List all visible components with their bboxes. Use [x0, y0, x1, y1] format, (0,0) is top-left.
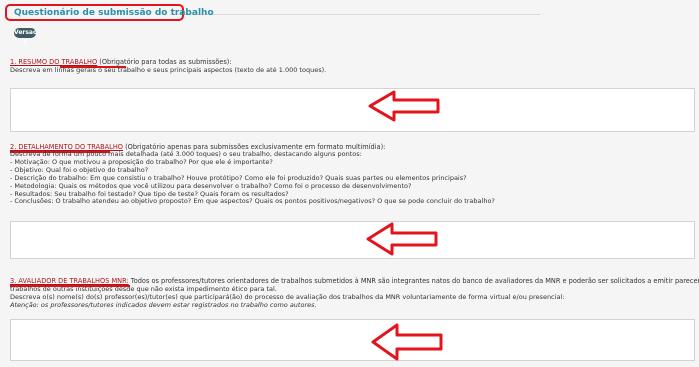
section-1-title: 1. RESUMO DO TRABALHO	[10, 58, 98, 66]
section-1-answer-field[interactable]	[10, 88, 695, 132]
arrow-left-icon	[368, 90, 440, 122]
section-1-requirement: (Obrigatório para todas as submissões):	[97, 58, 232, 66]
section-3-requirement: Todos os professores/tutores orientadore…	[128, 277, 699, 285]
section-3-answer-field[interactable]	[10, 319, 695, 361]
version-badge: Versao 1	[14, 28, 38, 46]
section-3-title: 3. AVALIADOR DE TRABALHOS MNR:	[10, 277, 129, 285]
section-2-description: Descreva de forma um pouco mais detalhad…	[10, 150, 495, 206]
questionnaire-page: Questionário de submissão do trabalho Ve…	[0, 0, 699, 367]
section-3-heading: 3. AVALIADOR DE TRABALHOS MNR: Todos os …	[10, 277, 699, 285]
section-3-note: Atenção: os professores/tutores indicado…	[10, 300, 317, 309]
arrow-left-icon	[371, 323, 443, 361]
arrow-left-icon	[366, 222, 438, 256]
section-1-description: Descreva em linhas gerais o seu trabalho…	[10, 66, 327, 75]
page-title: Questionário de submissão do trabalho	[14, 8, 214, 18]
title-divider	[170, 14, 540, 15]
section-1-heading: 1. RESUMO DO TRABALHO (Obrigatório para …	[10, 58, 232, 66]
section-3-description: trabalhos de outras instituições desde q…	[10, 285, 564, 310]
section-2-answer-field[interactable]	[10, 221, 695, 259]
section-2-line: - Conclusões: O trabalho atendeu ao obje…	[10, 197, 495, 206]
section-1-line: Descreva em linhas gerais o seu trabalho…	[10, 66, 327, 74]
